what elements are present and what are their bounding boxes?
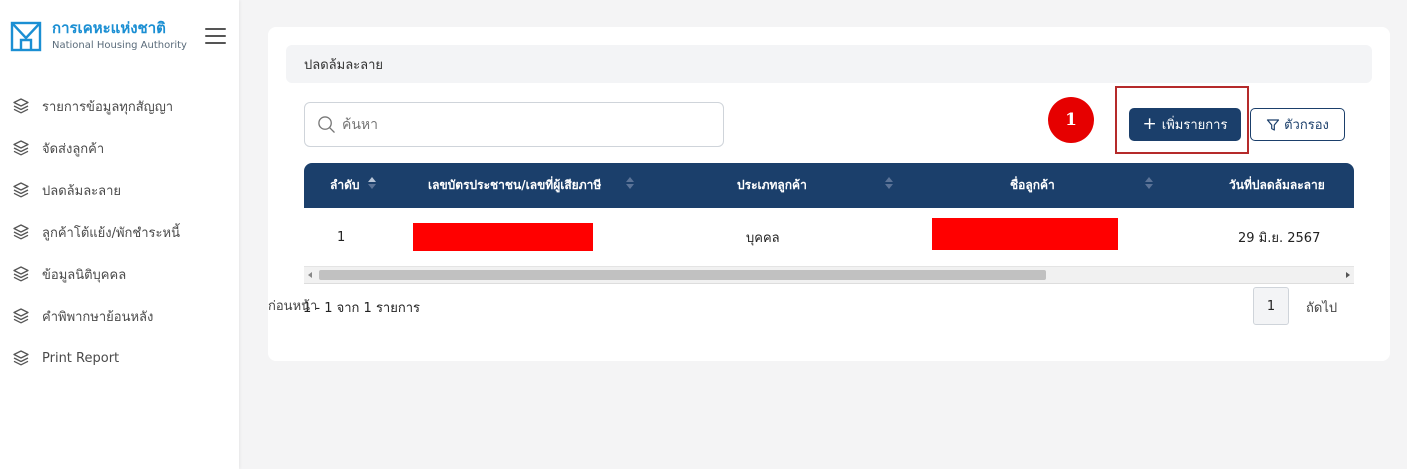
table-header: ลำดับ เลขบัตรประชาชน/เลขที่ผู้เสียภาษี ป… bbox=[304, 163, 1354, 208]
column-header-index[interactable]: ลำดับ bbox=[330, 163, 360, 208]
sort-icon[interactable] bbox=[368, 177, 376, 193]
search-box[interactable] bbox=[304, 102, 724, 147]
add-item-label: เพิ่มรายการ bbox=[1161, 118, 1228, 133]
column-header-discharge-date[interactable]: วันที่ปลดล้มละลาย bbox=[1229, 163, 1325, 208]
sidebar-item-label: Print Report bbox=[42, 350, 120, 366]
horizontal-scrollbar[interactable] bbox=[304, 266, 1354, 283]
search-input[interactable] bbox=[342, 116, 702, 133]
sidebar: การเคหะแห่งชาติ National Housing Authori… bbox=[0, 0, 239, 469]
data-table: ลำดับ เลขบัตรประชาชน/เลขที่ผู้เสียภาษี ป… bbox=[304, 163, 1354, 284]
sidebar-item-label: รายการข้อมูลทุกสัญญา bbox=[42, 99, 174, 115]
cell-index: 1 bbox=[337, 229, 346, 245]
plus-icon: + bbox=[1142, 114, 1157, 134]
redacted-tax-id bbox=[413, 223, 593, 251]
sidebar-item-label: ลูกค้าโต้แย้ง/พักชำระหนี้ bbox=[42, 225, 180, 241]
filter-label: ตัวกรอง bbox=[1284, 118, 1329, 133]
layers-icon bbox=[13, 308, 29, 324]
layers-icon bbox=[13, 224, 29, 240]
pagination-summary: 1 - 1 จาก 1 รายการ bbox=[303, 301, 421, 316]
sidebar-item-label: ปลดล้มละลาย bbox=[42, 183, 122, 199]
sidebar-item-customer-delivery[interactable]: จัดส่งลูกค้า bbox=[0, 127, 239, 169]
sidebar-item-all-contracts[interactable]: รายการข้อมูลทุกสัญญา bbox=[0, 85, 239, 127]
search-icon bbox=[318, 116, 335, 133]
sort-icon[interactable] bbox=[626, 177, 634, 193]
sidebar-item-label: คำพิพากษาย้อนหลัง bbox=[42, 309, 154, 325]
column-header-tax-id[interactable]: เลขบัตรประชาชน/เลขที่ผู้เสียภาษี bbox=[428, 163, 601, 208]
layers-icon bbox=[13, 182, 29, 198]
sidebar-menu: รายการข้อมูลทุกสัญญา จัดส่งลูกค้า ปลดล้ม… bbox=[0, 85, 239, 379]
filter-icon bbox=[1267, 118, 1280, 131]
sidebar-item-print-report[interactable]: Print Report bbox=[0, 337, 239, 379]
hamburger-menu-icon[interactable] bbox=[205, 28, 226, 44]
brand[interactable]: การเคหะแห่งชาติ National Housing Authori… bbox=[10, 20, 187, 52]
cell-discharge-date: 29 มิ.ย. 2567 bbox=[1238, 230, 1321, 246]
content-card: ปลดล้มละลาย 1 + เพิ่มรายการ ตัวกรอง ลำดั… bbox=[268, 27, 1390, 361]
layers-icon bbox=[13, 266, 29, 282]
sidebar-item-past-judgments[interactable]: คำพิพากษาย้อนหลัง bbox=[0, 295, 239, 337]
layers-icon bbox=[13, 140, 29, 156]
filter-button[interactable]: ตัวกรอง bbox=[1250, 108, 1345, 141]
layers-icon bbox=[13, 350, 29, 366]
cell-customer-type: บุคคล bbox=[746, 230, 780, 246]
sidebar-item-label: จัดส่งลูกค้า bbox=[42, 141, 105, 157]
column-header-customer-name[interactable]: ชื่อลูกค้า bbox=[1010, 163, 1055, 208]
sidebar-item-juristic-person[interactable]: ข้อมูลนิติบุคคล bbox=[0, 253, 239, 295]
sidebar-item-dispute[interactable]: ลูกค้าโต้แย้ง/พักชำระหนี้ bbox=[0, 211, 239, 253]
annotation-step-badge: 1 bbox=[1048, 97, 1094, 143]
sort-icon[interactable] bbox=[1145, 177, 1153, 193]
scroll-right-icon[interactable] bbox=[1346, 272, 1350, 278]
page-title: ปลดล้มละลาย bbox=[286, 45, 1372, 83]
table-row[interactable]: 1 บุคคล 29 มิ.ย. 2567 bbox=[304, 208, 1354, 266]
brand-name-en: National Housing Authority bbox=[52, 40, 187, 51]
page-number-button[interactable]: 1 bbox=[1253, 287, 1289, 325]
column-header-customer-type[interactable]: ประเภทลูกค้า bbox=[737, 163, 807, 208]
sidebar-item-bankruptcy-discharge[interactable]: ปลดล้มละลาย bbox=[0, 169, 239, 211]
nha-logo-icon bbox=[10, 21, 42, 52]
sidebar-item-label: ข้อมูลนิติบุคคล bbox=[42, 267, 127, 283]
redacted-customer-name bbox=[932, 218, 1118, 250]
sort-icon[interactable] bbox=[885, 177, 893, 193]
scroll-left-icon[interactable] bbox=[308, 272, 312, 278]
add-item-button[interactable]: + เพิ่มรายการ bbox=[1129, 108, 1241, 141]
brand-name-th: การเคหะแห่งชาติ bbox=[52, 19, 166, 37]
layers-icon bbox=[13, 98, 29, 114]
scrollbar-thumb[interactable] bbox=[319, 270, 1046, 280]
next-page-button[interactable]: ถัดไป bbox=[1306, 297, 1337, 318]
prev-page-button[interactable]: ก่อนหน้า bbox=[268, 286, 317, 324]
